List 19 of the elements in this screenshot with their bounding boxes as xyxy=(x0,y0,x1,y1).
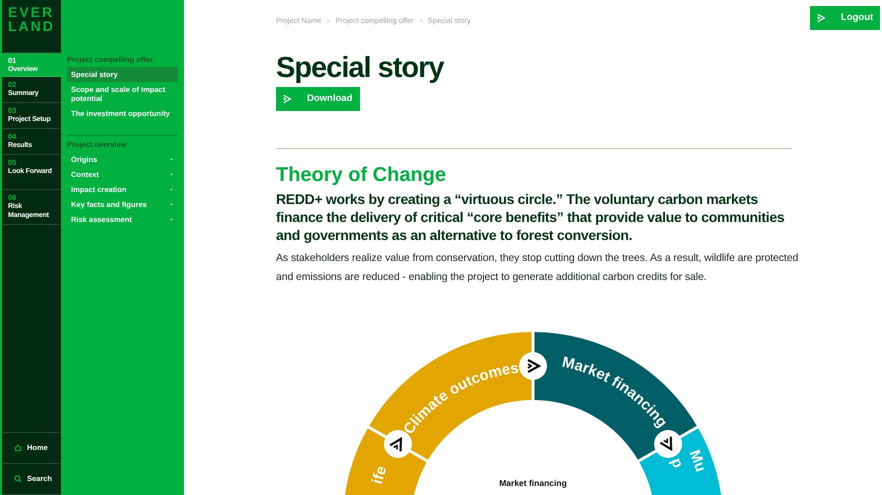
page-title: Special story xyxy=(276,51,446,85)
arrow-marker-icon xyxy=(654,430,682,458)
arrow-icon xyxy=(282,94,292,104)
search-icon xyxy=(14,475,22,483)
chevron-icon xyxy=(418,18,424,24)
segment-label: p xyxy=(667,456,686,471)
section-title: Theory of Change xyxy=(276,163,448,187)
segment-label: ife xyxy=(368,464,390,486)
download-button[interactable]: Download xyxy=(276,87,360,111)
home-icon xyxy=(14,444,22,452)
logout-button[interactable]: Logout xyxy=(810,6,880,30)
arrow-icon xyxy=(816,13,826,23)
logo-text: EVER xyxy=(8,5,56,19)
chevron-icon xyxy=(325,18,332,24)
center-label: Market financing xyxy=(499,478,567,488)
body-paragraph: As stakeholders realize value from conservation, they stop cutting down the trees. As a result, wildlife are protected and emissions are reduced - enabling the project to generate additional carbon credits for sale. xyxy=(276,251,800,285)
lead-paragraph: REDD+ works by creating a “virtuous circle.” The voluntary carbon markets finance the delivery of critical “core benefits” that provide value to communities and governments as an alternative to forest conversion. xyxy=(276,190,786,244)
logo-text: LAND xyxy=(8,19,56,33)
segment-label: Mu xyxy=(686,448,710,474)
